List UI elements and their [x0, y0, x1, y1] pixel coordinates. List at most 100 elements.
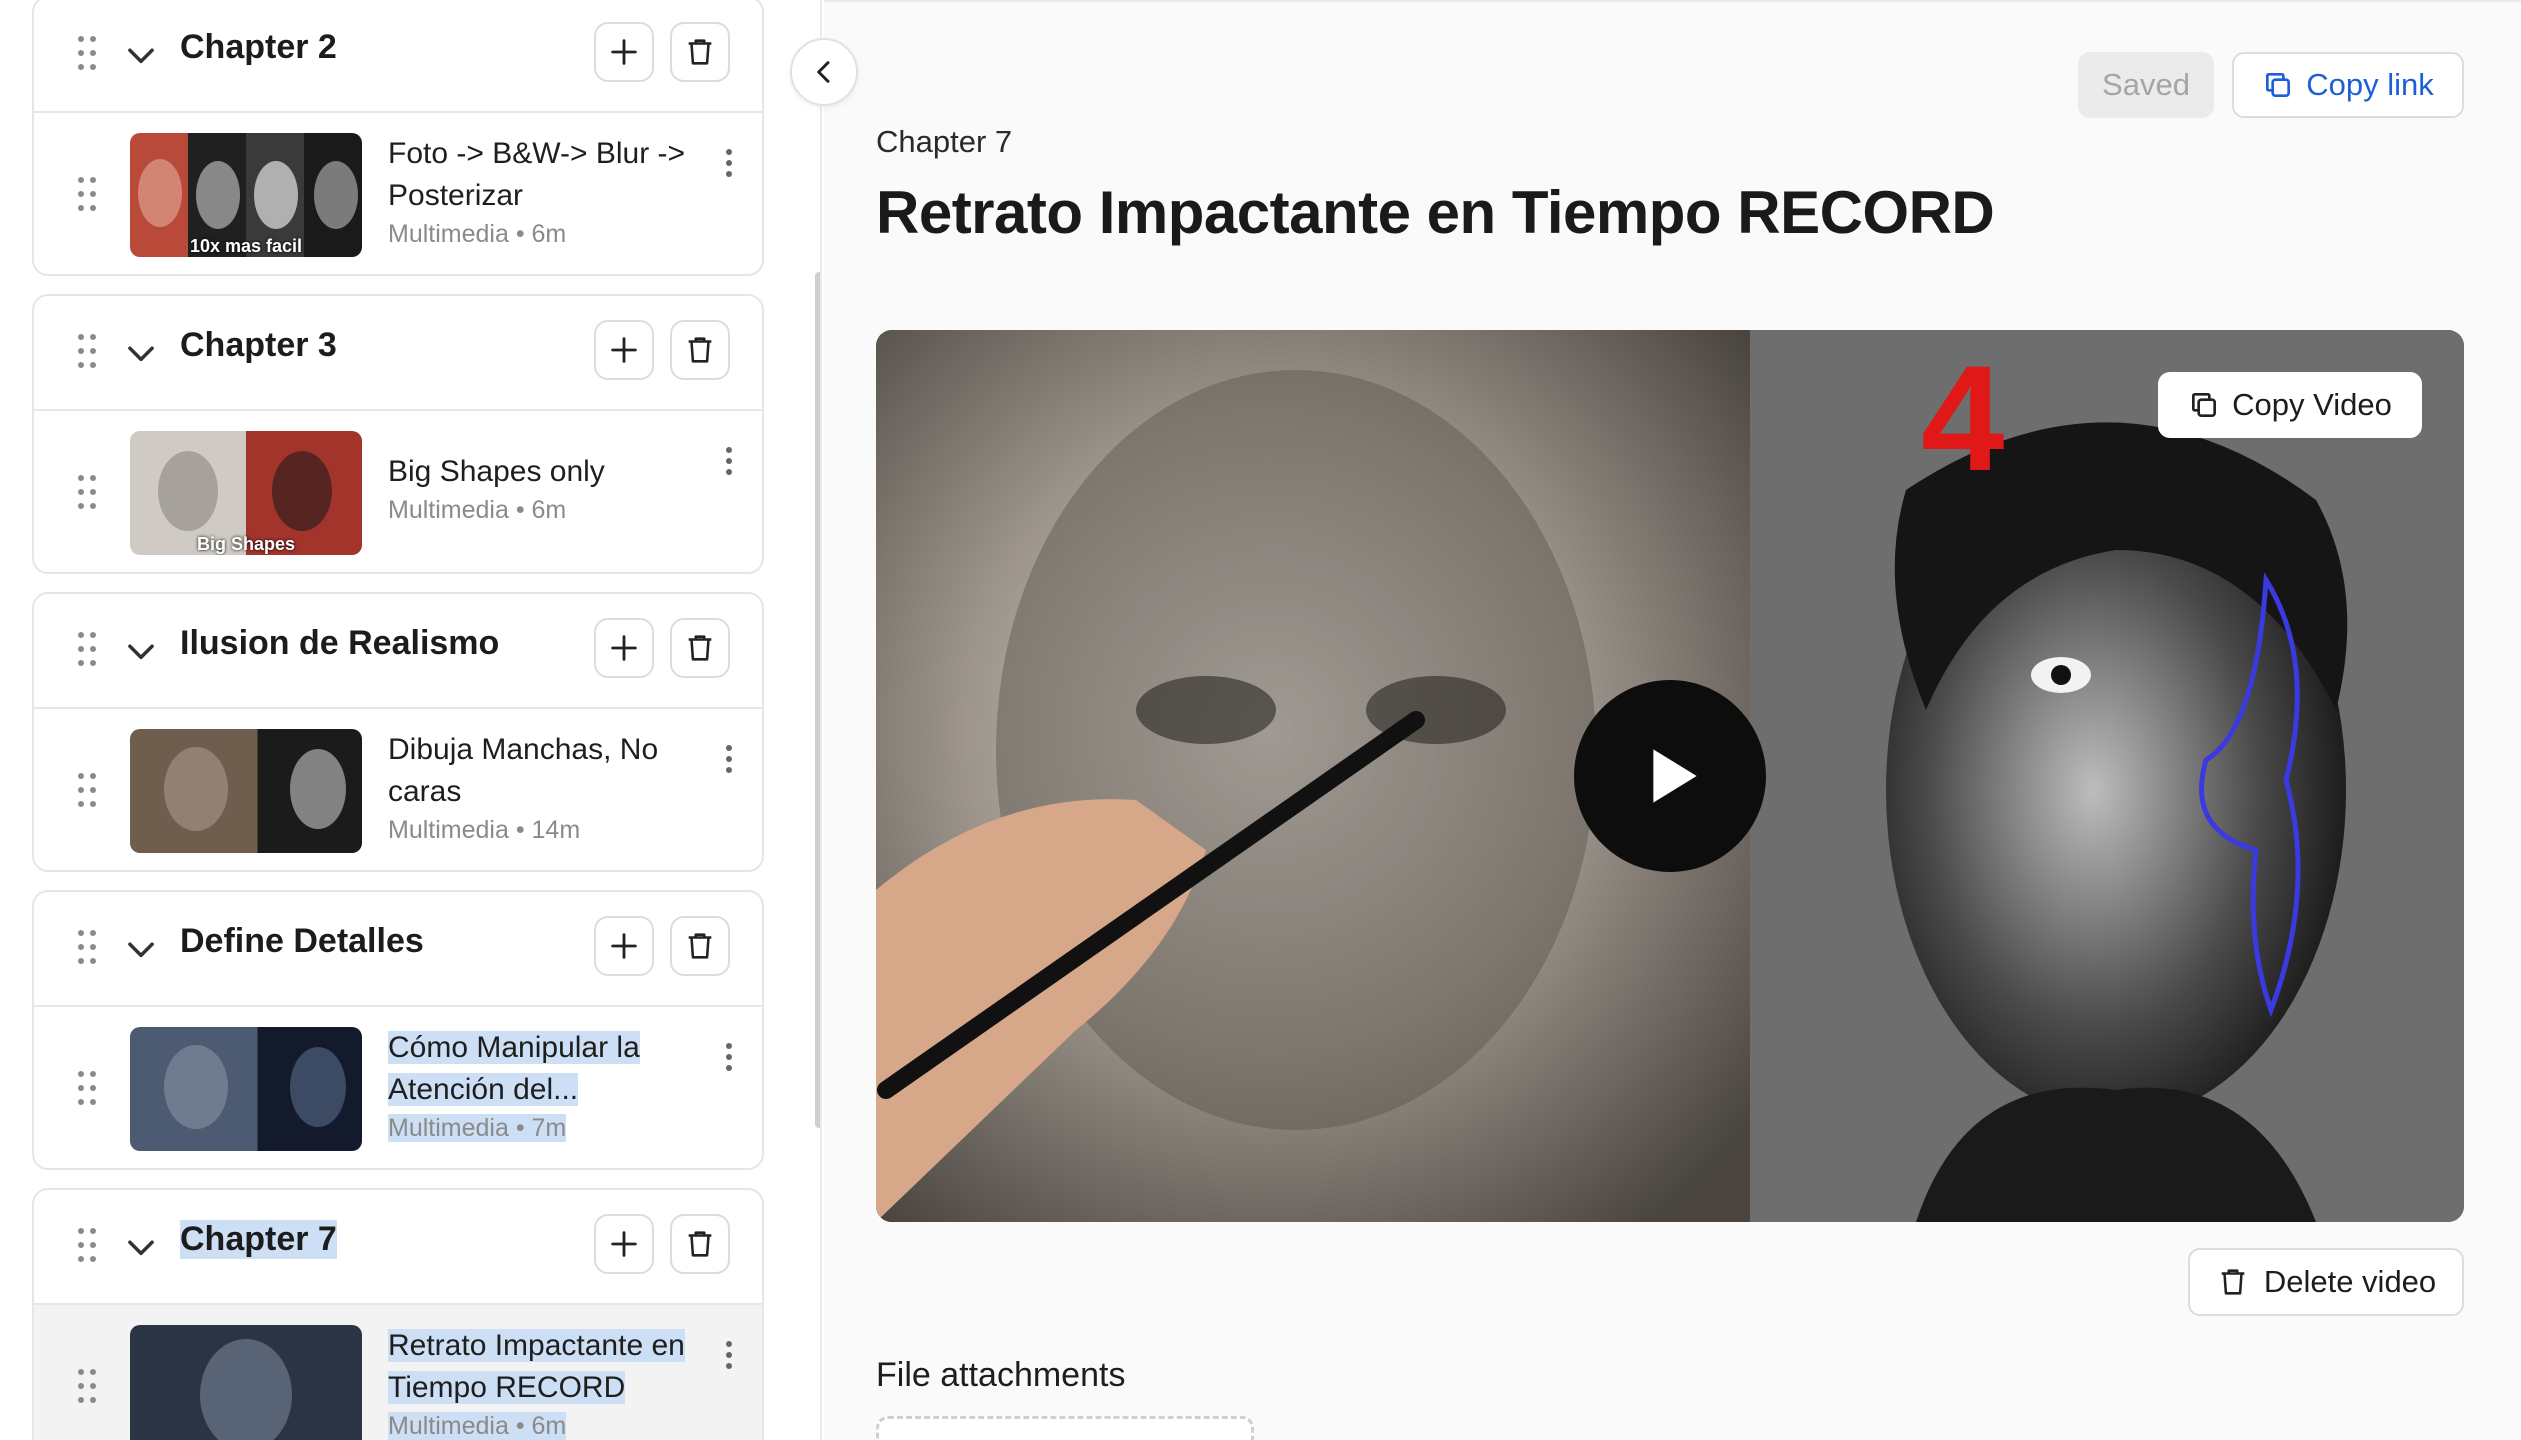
- chevron-down-icon[interactable]: [122, 930, 160, 968]
- play-icon: [1653, 749, 1697, 803]
- drag-handle-icon[interactable]: [78, 773, 100, 807]
- lesson-thumbnail: Big Shapes: [130, 431, 362, 555]
- chapter-header[interactable]: Chapter 3: [34, 296, 762, 411]
- chapter-title: Ilusion de Realismo: [180, 624, 500, 662]
- lesson-thumbnail: [130, 1325, 362, 1440]
- chapter-title: Chapter 2: [180, 28, 337, 66]
- copy-video-button[interactable]: Copy Video: [2158, 372, 2422, 438]
- trash-icon: [688, 337, 712, 363]
- chapter-header[interactable]: Define Detalles: [34, 892, 762, 1007]
- lesson-text: Foto -> B&W-> Blur -> Posterizar Multime…: [388, 133, 688, 251]
- drag-handle-icon[interactable]: [78, 1369, 100, 1403]
- add-lesson-button[interactable]: [594, 916, 654, 976]
- chapter-card: Chapter 3 Big Shapes Big Shapes only Mul…: [32, 294, 764, 574]
- thumbnail-image: [164, 747, 346, 831]
- drag-handle-icon[interactable]: [78, 930, 100, 964]
- thumbnail-caption: Big Shapes: [196, 534, 296, 554]
- lesson-text: Retrato Impactante en Tiempo RECORD Mult…: [388, 1325, 688, 1440]
- more-options-icon[interactable]: [724, 149, 734, 179]
- lesson-item-active[interactable]: Retrato Impactante en Tiempo RECORD Mult…: [34, 1305, 762, 1440]
- chapter-header[interactable]: Chapter 2: [34, 0, 762, 113]
- lesson-meta: Multimedia • 14m: [388, 816, 581, 844]
- drag-handle-icon[interactable]: [78, 1071, 100, 1105]
- saved-button[interactable]: Saved: [2078, 52, 2214, 118]
- chevron-down-icon[interactable]: [122, 632, 160, 670]
- lesson-meta-text: Multimedia • 7m: [388, 1114, 567, 1142]
- lesson-item[interactable]: Cómo Manipular la Atención del... Multim…: [34, 1007, 762, 1168]
- drag-handle-icon[interactable]: [78, 1228, 100, 1262]
- lesson-editor: Saved Copy link Chapter 7 Retrato Impact…: [824, 0, 2521, 1440]
- lesson-meta: Multimedia • 6m: [388, 496, 567, 524]
- plus-icon: [611, 933, 637, 959]
- lesson-title: Cómo Manipular la Atención del...: [388, 1027, 688, 1111]
- plus-icon: [611, 39, 637, 65]
- copy-icon: [2266, 73, 2291, 97]
- lesson-title: Retrato Impactante en Tiempo RECORD: [388, 1325, 688, 1409]
- video-player[interactable]: 4 Copy Video: [876, 330, 2464, 1222]
- chapter-title: Define Detalles: [180, 922, 424, 960]
- play-button[interactable]: [1574, 680, 1766, 872]
- more-options-icon[interactable]: [724, 1341, 734, 1371]
- copy-link-button[interactable]: Copy link: [2232, 52, 2464, 118]
- lesson-item[interactable]: 10x mas facil Foto -> B&W-> Blur -> Post…: [34, 113, 762, 274]
- chapter-card: Define Detalles Cómo Manipular la Atenci…: [32, 890, 764, 1170]
- plus-icon: [611, 337, 637, 363]
- lesson-thumbnail: 10x mas facil: [130, 133, 362, 257]
- lesson-text: Cómo Manipular la Atención del... Multim…: [388, 1027, 688, 1145]
- delete-chapter-button[interactable]: [670, 320, 730, 380]
- chapters-sidebar: Chapter 2 10x mas facil Foto -> B&W-> Bl…: [0, 0, 822, 1440]
- drag-handle-icon[interactable]: [78, 36, 100, 70]
- delete-video-label: Delete video: [2263, 1264, 2437, 1299]
- lesson-meta: Multimedia • 6m: [388, 1409, 688, 1440]
- chevron-down-icon[interactable]: [122, 334, 160, 372]
- add-lesson-button[interactable]: [594, 618, 654, 678]
- lesson-meta-text: Multimedia • 6m: [388, 1412, 567, 1440]
- page-title[interactable]: Retrato Impactante en Tiempo RECORD: [876, 178, 1995, 247]
- trash-icon: [688, 933, 712, 959]
- delete-chapter-button[interactable]: [670, 916, 730, 976]
- chapter-card: Ilusion de Realismo Dibuja Manchas, No c…: [32, 592, 764, 872]
- trash-icon: [2221, 1269, 2245, 1295]
- delete-video-button[interactable]: Delete video: [2188, 1248, 2464, 1316]
- drag-handle-icon[interactable]: [78, 334, 100, 368]
- more-options-icon[interactable]: [724, 447, 734, 477]
- drag-handle-icon[interactable]: [78, 632, 100, 666]
- chapter-header[interactable]: Ilusion de Realismo: [34, 594, 762, 709]
- lesson-item[interactable]: Dibuja Manchas, No caras Multimedia • 14…: [34, 709, 762, 870]
- delete-chapter-button[interactable]: [670, 618, 730, 678]
- collapse-sidebar-button[interactable]: [790, 38, 858, 106]
- video-overlay-number: 4: [1921, 334, 2004, 502]
- chapter-header[interactable]: Chapter 7: [34, 1190, 762, 1305]
- chevron-left-icon: [817, 61, 830, 83]
- chevron-down-icon[interactable]: [122, 1228, 160, 1266]
- thumbnail-image: [164, 1045, 346, 1129]
- copy-video-label: Copy Video: [2232, 387, 2392, 422]
- course-editor: Chapter 2 10x mas facil Foto -> B&W-> Bl…: [0, 0, 2521, 1440]
- lesson-item[interactable]: Big Shapes Big Shapes only Multimedia • …: [34, 411, 762, 572]
- lesson-text: Dibuja Manchas, No caras Multimedia • 14…: [388, 729, 688, 847]
- chevron-down-icon[interactable]: [122, 36, 160, 74]
- chapter-title: Chapter 7: [180, 1220, 337, 1259]
- add-lesson-button[interactable]: [594, 22, 654, 82]
- sidebar-scrollbar[interactable]: [815, 272, 820, 1128]
- trash-icon: [688, 635, 712, 661]
- drag-handle-icon[interactable]: [78, 177, 100, 211]
- lesson-meta: Multimedia • 6m: [388, 220, 567, 248]
- more-options-icon[interactable]: [724, 745, 734, 775]
- trash-icon: [688, 39, 712, 65]
- upload-attachment-dropzone[interactable]: [876, 1416, 1254, 1440]
- thumbnail-caption: 10x mas facil: [189, 236, 303, 256]
- add-lesson-button[interactable]: [594, 1214, 654, 1274]
- delete-chapter-button[interactable]: [670, 1214, 730, 1274]
- copy-icon: [2192, 393, 2217, 417]
- lesson-meta: Multimedia • 7m: [388, 1111, 688, 1145]
- more-options-icon[interactable]: [724, 1043, 734, 1073]
- chapter-card: Chapter 7 Retrato Impactante en Tiempo R…: [32, 1188, 764, 1440]
- delete-chapter-button[interactable]: [670, 22, 730, 82]
- drag-handle-icon[interactable]: [78, 475, 100, 509]
- lesson-title: Foto -> B&W-> Blur -> Posterizar: [388, 137, 686, 212]
- chapter-card: Chapter 2 10x mas facil Foto -> B&W-> Bl…: [32, 0, 764, 276]
- thumbnail-image: [200, 1339, 292, 1440]
- add-lesson-button[interactable]: [594, 320, 654, 380]
- plus-icon: [611, 635, 637, 661]
